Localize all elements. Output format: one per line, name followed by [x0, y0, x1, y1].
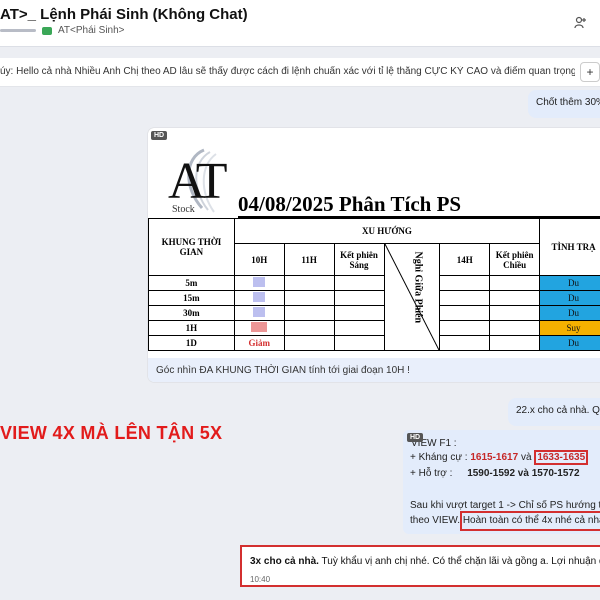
message-text: Chốt thêm 30% — [536, 97, 600, 108]
image-message[interactable]: HD AT Stock 04/08/2025 Phân Tích PS KHUN… — [148, 128, 600, 382]
support-line: + Hỗ trợ : 1590-1592 và 1570-1572 — [410, 468, 580, 479]
status-30m: Du — [539, 305, 600, 321]
tf-1h: 1H — [148, 320, 235, 336]
status-1d: Du — [539, 335, 600, 351]
and-text: và — [518, 452, 535, 463]
pinned-message-text: úy: Hello cả nhà Nhiều Anh Chị theo AD l… — [0, 66, 575, 77]
pinned-message-bar[interactable]: úy: Hello cả nhà Nhiều Anh Chị theo AD l… — [0, 58, 600, 87]
tf-15m: 15m — [148, 290, 235, 306]
header-10h: 10H — [233, 243, 285, 276]
message-text: 22.x cho cả nhà. Qu — [516, 405, 600, 416]
midday-break-label: Nghỉ Giữa Phiên — [412, 251, 424, 324]
logo-text: AT — [168, 153, 228, 210]
cell-1d-10h: Giảm — [233, 335, 285, 351]
tag-icon — [42, 26, 52, 35]
message-text: 3x cho cả nhà. Tuỳ khẩu vị anh chị nhé. … — [250, 556, 600, 567]
resistance-label: + Kháng cự : — [410, 452, 468, 463]
support-values: 1590-1592 và 1570-1572 — [467, 468, 580, 479]
status-15m: Du — [539, 290, 600, 306]
tf-30m: 30m — [148, 305, 235, 321]
resistance-2: 1633-1635 — [534, 450, 589, 465]
message-bubble-chot[interactable]: Chốt thêm 30% — [528, 90, 600, 118]
expand-pinned-button[interactable]: + — [580, 62, 600, 82]
support-label: + Hỗ trợ : — [410, 468, 453, 479]
header-11h: 11H — [283, 243, 335, 276]
view-line-5a: theo VIEW. — [410, 515, 463, 526]
header-timeframe: KHUNG THỜI GIAN — [148, 218, 235, 276]
view-f1-message[interactable]: HD VIEW F1 : + Kháng cự : 1615-1617 và 1… — [403, 430, 600, 534]
logo-subtext: Stock — [172, 204, 195, 215]
message-bubble-3x[interactable]: 3x cho cả nhà. Tuỳ khẩu vị anh chị nhé. … — [240, 545, 600, 587]
status-5m: Du — [539, 275, 600, 291]
highlight-headline: VIEW 4X MÀ LÊN TẬN 5X — [0, 423, 223, 443]
highlight-box — [460, 511, 600, 531]
chat-header: AT>_ Lệnh Phái Sinh (Không Chat) AT<Phái… — [0, 0, 600, 47]
group-title[interactable]: AT>_ Lệnh Phái Sinh (Không Chat) — [0, 6, 248, 23]
image-caption: Góc nhìn ĐA KHUNG THỜI GIAN tính tới gia… — [148, 358, 600, 382]
header-14h: 14H — [439, 243, 491, 276]
header-trend: XU HƯỚNG — [233, 218, 541, 244]
header-status: TÌNH TRẠ — [539, 218, 600, 276]
message-bubble-22x[interactable]: 22.x cho cả nhà. Qu — [508, 398, 600, 426]
group-category[interactable]: AT<Phái Sinh> — [58, 25, 125, 36]
tf-5m: 5m — [148, 275, 235, 291]
at-stock-logo: AT Stock — [154, 148, 236, 218]
hd-badge: HD — [407, 433, 424, 442]
blurred-member-count — [0, 29, 36, 32]
message-bold: 3x cho cả nhà. — [250, 556, 319, 567]
members-icon[interactable] — [574, 16, 588, 30]
header-afternoon-close: Kết phiên Chiều — [489, 243, 541, 276]
resistance-1: 1615-1617 — [470, 452, 519, 463]
view-line-4: Sau khi vượt target 1 -> Chỉ số PS hướng… — [410, 500, 600, 511]
analysis-table: KHUNG THỜI GIAN XU HƯỚNG TÌNH TRẠ 10H 11… — [148, 218, 600, 351]
message-rest: Tuỳ khẩu vị anh chị nhé. Có thể chặn lãi… — [318, 556, 600, 567]
message-time: 10:40 — [250, 575, 271, 584]
resistance-line: + Kháng cự : 1615-1617 và 1633-1635 — [410, 450, 589, 465]
tf-1d: 1D — [148, 335, 235, 351]
hd-badge: HD — [151, 131, 168, 140]
header-morning-close: Kết phiên Sáng — [333, 243, 385, 276]
analysis-title: 04/08/2025 Phân Tích PS — [238, 192, 462, 216]
status-1h: Suy — [539, 320, 600, 336]
group-subtitle: AT<Phái Sinh> — [0, 25, 125, 36]
